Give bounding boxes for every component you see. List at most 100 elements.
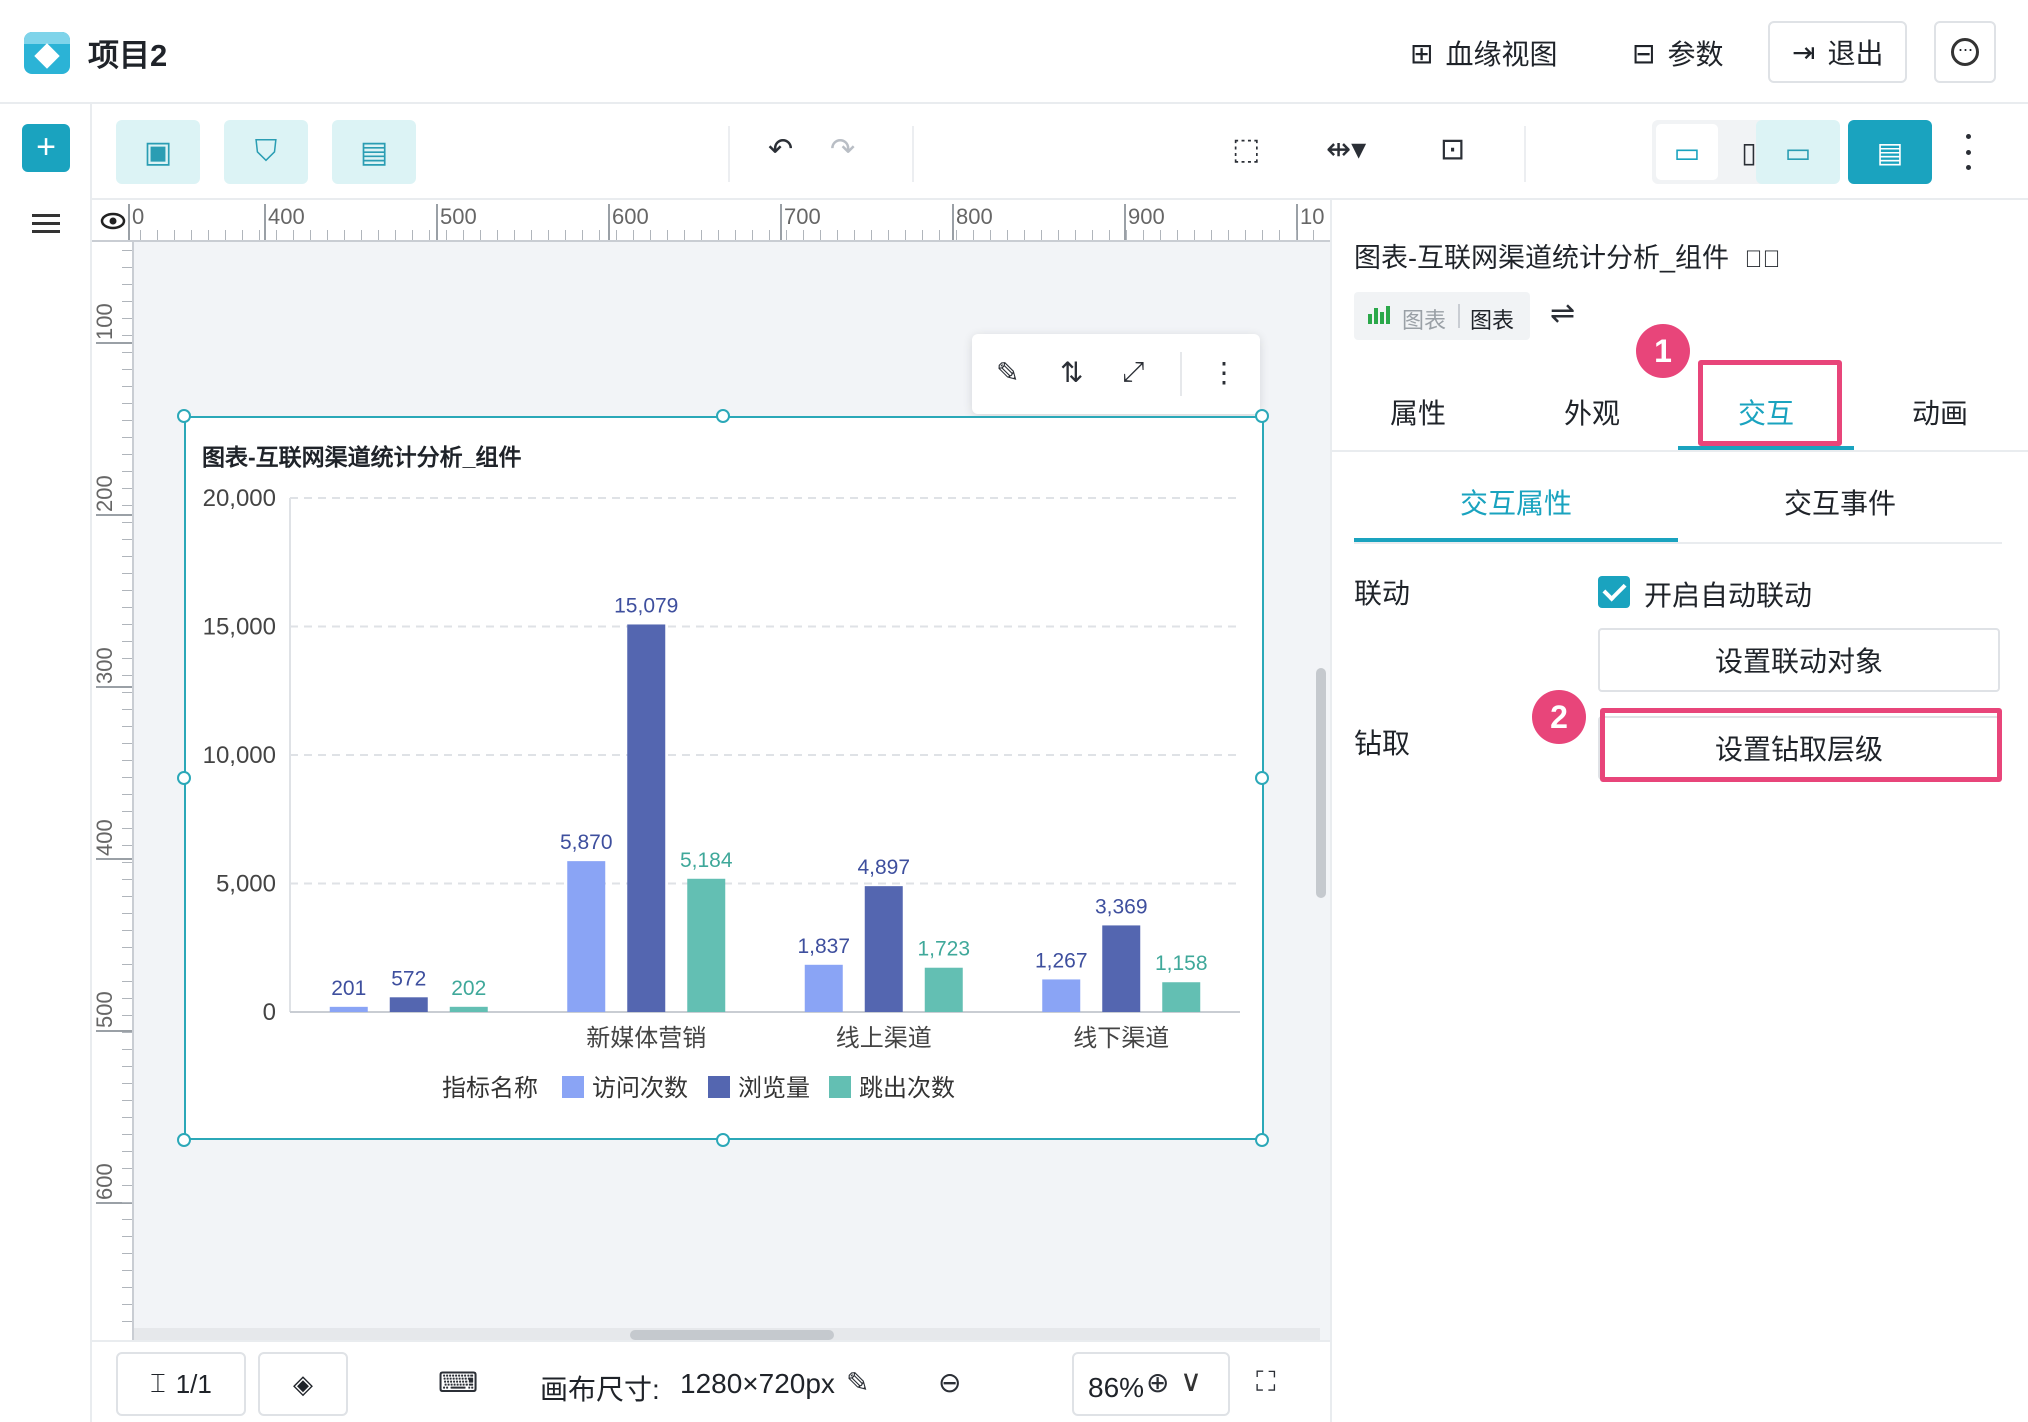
- ruler-left-minor-tick: [122, 624, 132, 625]
- add-table-button[interactable]: ▤: [332, 120, 416, 184]
- add-chart-button[interactable]: ▣: [116, 120, 200, 184]
- app-root: 项目2 ⊞ 血缘视图 ⊟ 参数 ⇥ 退出 ··· + ▣ ⛉ ▤ ↶ ↷ ⬚ ⇹…: [0, 0, 2028, 1422]
- ruler-left-minor-tick: [122, 794, 132, 795]
- edit-size-icon[interactable]: ✎: [846, 1366, 869, 1399]
- component-more-icon[interactable]: ⋮: [1210, 356, 1238, 389]
- ruler-top-minor-tick: [1279, 230, 1280, 240]
- resize-handle[interactable]: [716, 1133, 730, 1147]
- ruler-left-minor-tick: [122, 1270, 132, 1271]
- align-icon[interactable]: ⇹▾: [1326, 132, 1366, 167]
- params-label: 参数: [1667, 39, 1724, 70]
- project-title: 项目2: [88, 38, 168, 73]
- ruler-top-label: 800: [956, 204, 993, 229]
- eye-icon[interactable]: [100, 210, 126, 232]
- ruler-left-label: 100: [92, 303, 117, 340]
- ruler-top-minor-tick: [1143, 230, 1144, 240]
- ruler-left-minor-tick: [122, 930, 132, 931]
- redo-icon[interactable]: ↷: [830, 132, 855, 167]
- add-filter-button[interactable]: ⛉: [224, 120, 308, 184]
- ruler-top-minor-tick: [429, 230, 430, 240]
- undo-icon[interactable]: ↶: [768, 132, 793, 167]
- switch-type-icon[interactable]: ⇌: [1550, 296, 1575, 331]
- chevron-down-icon: ∨: [1180, 1365, 1202, 1398]
- drill-label: 钻取: [1354, 728, 1411, 759]
- ruler-left-minor-tick: [122, 505, 132, 506]
- ruler-left-tick: [96, 858, 132, 860]
- vertical-scrollbar[interactable]: [1316, 668, 1326, 898]
- ruler-left-minor-tick: [122, 522, 132, 523]
- keyboard-icon[interactable]: ⌨: [438, 1366, 478, 1399]
- legend-label: 访问次数: [592, 1075, 688, 1102]
- outline-list-icon[interactable]: [32, 214, 60, 238]
- data-label: 202: [451, 977, 486, 1000]
- resize-handle[interactable]: [1255, 409, 1269, 423]
- resize-handle[interactable]: [177, 1133, 191, 1147]
- layout-icon[interactable]: ⊡: [1440, 132, 1465, 167]
- ruler-left-minor-tick: [122, 1083, 132, 1084]
- bar-chart[interactable]: 0 5,000 10,000 15,000 20,000 201 572 202 5,870 15…: [186, 470, 1260, 1120]
- ruler-top-minor-tick: [395, 230, 396, 240]
- bar-chart-icon: [1368, 306, 1390, 324]
- subtab-interaction-props[interactable]: 交互属性: [1460, 482, 1572, 522]
- ruler-left-label: 400: [92, 819, 117, 856]
- zoom-out-icon[interactable]: ⊖: [938, 1366, 961, 1399]
- tab-properties[interactable]: 属性: [1390, 392, 1446, 432]
- preview-button[interactable]: ▭: [1756, 120, 1840, 184]
- ruler-top-minor-tick: [140, 230, 141, 240]
- x-tick-label: 新媒体营销: [586, 1025, 706, 1052]
- resize-handle[interactable]: [177, 409, 191, 423]
- save-button[interactable]: ▤: [1848, 120, 1932, 184]
- ruler-left-minor-tick: [122, 879, 132, 880]
- lineage-view-button[interactable]: ⊞ 血缘视图: [1410, 28, 1557, 78]
- ruler-top-minor-tick: [735, 230, 736, 240]
- ruler-top-minor-tick: [650, 230, 651, 240]
- zoom-value: 86%: [1088, 1372, 1145, 1403]
- ruler-left-minor-tick: [122, 1032, 132, 1033]
- ruler-top-minor-tick: [1075, 230, 1076, 240]
- desktop-icon[interactable]: ▭: [1656, 124, 1718, 180]
- ruler-left-minor-tick: [122, 913, 132, 914]
- auto-linkage-checkbox[interactable]: [1598, 576, 1630, 608]
- subtab-interaction-events[interactable]: 交互事件: [1784, 482, 1896, 522]
- resize-handle[interactable]: [1255, 1133, 1269, 1147]
- page-indicator[interactable]: ⌶ 1/1: [116, 1352, 246, 1416]
- params-button[interactable]: ⊟ 参数: [1632, 28, 1723, 78]
- ruler-top-minor-tick: [531, 230, 532, 240]
- ruler-top-minor-tick: [225, 230, 226, 240]
- add-component-button[interactable]: +: [22, 124, 70, 172]
- zoom-in-icon[interactable]: ⊕: [1146, 1366, 1169, 1399]
- expand-icon[interactable]: ⤢: [1122, 356, 1144, 389]
- ruler-left-minor-tick: [122, 998, 132, 999]
- data-label: 1,158: [1155, 952, 1208, 975]
- interaction-subtabs: 交互属性 交互事件: [1354, 464, 2002, 544]
- data-label: 1,723: [917, 938, 970, 961]
- exit-button[interactable]: ⇥ 退出: [1768, 21, 1908, 83]
- ruler-left-minor-tick: [122, 250, 132, 251]
- highlight-box-interaction-tab: [1698, 360, 1842, 446]
- ruler-top-minor-tick: [378, 230, 379, 240]
- more-icon[interactable]: [1958, 134, 1978, 170]
- ruler-left-minor-tick: [122, 420, 132, 421]
- tab-animation[interactable]: 动画: [1912, 392, 1968, 432]
- ruler-top-label: 700: [784, 204, 821, 229]
- more-options-button[interactable]: ···: [1934, 21, 1996, 83]
- ruler-top-tick: [608, 204, 610, 240]
- swap-arrows-icon[interactable]: ⇅: [1060, 356, 1083, 389]
- ruler-top-minor-tick: [344, 230, 345, 240]
- ruler-left-minor-tick: [122, 709, 132, 710]
- set-linkage-target-button[interactable]: 设置联动对象: [1598, 628, 2000, 692]
- horizontal-scrollbar[interactable]: [630, 1330, 834, 1340]
- data-label: 1,837: [797, 935, 850, 958]
- data-label: 1,267: [1035, 949, 1088, 972]
- ruler-top-minor-tick: [259, 230, 260, 240]
- fit-screen-icon[interactable]: ⛶: [1256, 1366, 1276, 1399]
- ruler-top-minor-tick: [412, 230, 413, 240]
- edit-pen-icon[interactable]: ✎: [996, 356, 1019, 389]
- chip-divider: [1458, 304, 1460, 328]
- tab-appearance[interactable]: 外观: [1564, 392, 1620, 432]
- resize-handle[interactable]: [716, 409, 730, 423]
- layers-button[interactable]: ◈: [258, 1352, 348, 1416]
- select-icon[interactable]: ⬚: [1232, 132, 1260, 167]
- ruler-top-minor-tick: [1160, 230, 1161, 240]
- rename-icon[interactable]: ⊏⃞: [1745, 246, 1781, 273]
